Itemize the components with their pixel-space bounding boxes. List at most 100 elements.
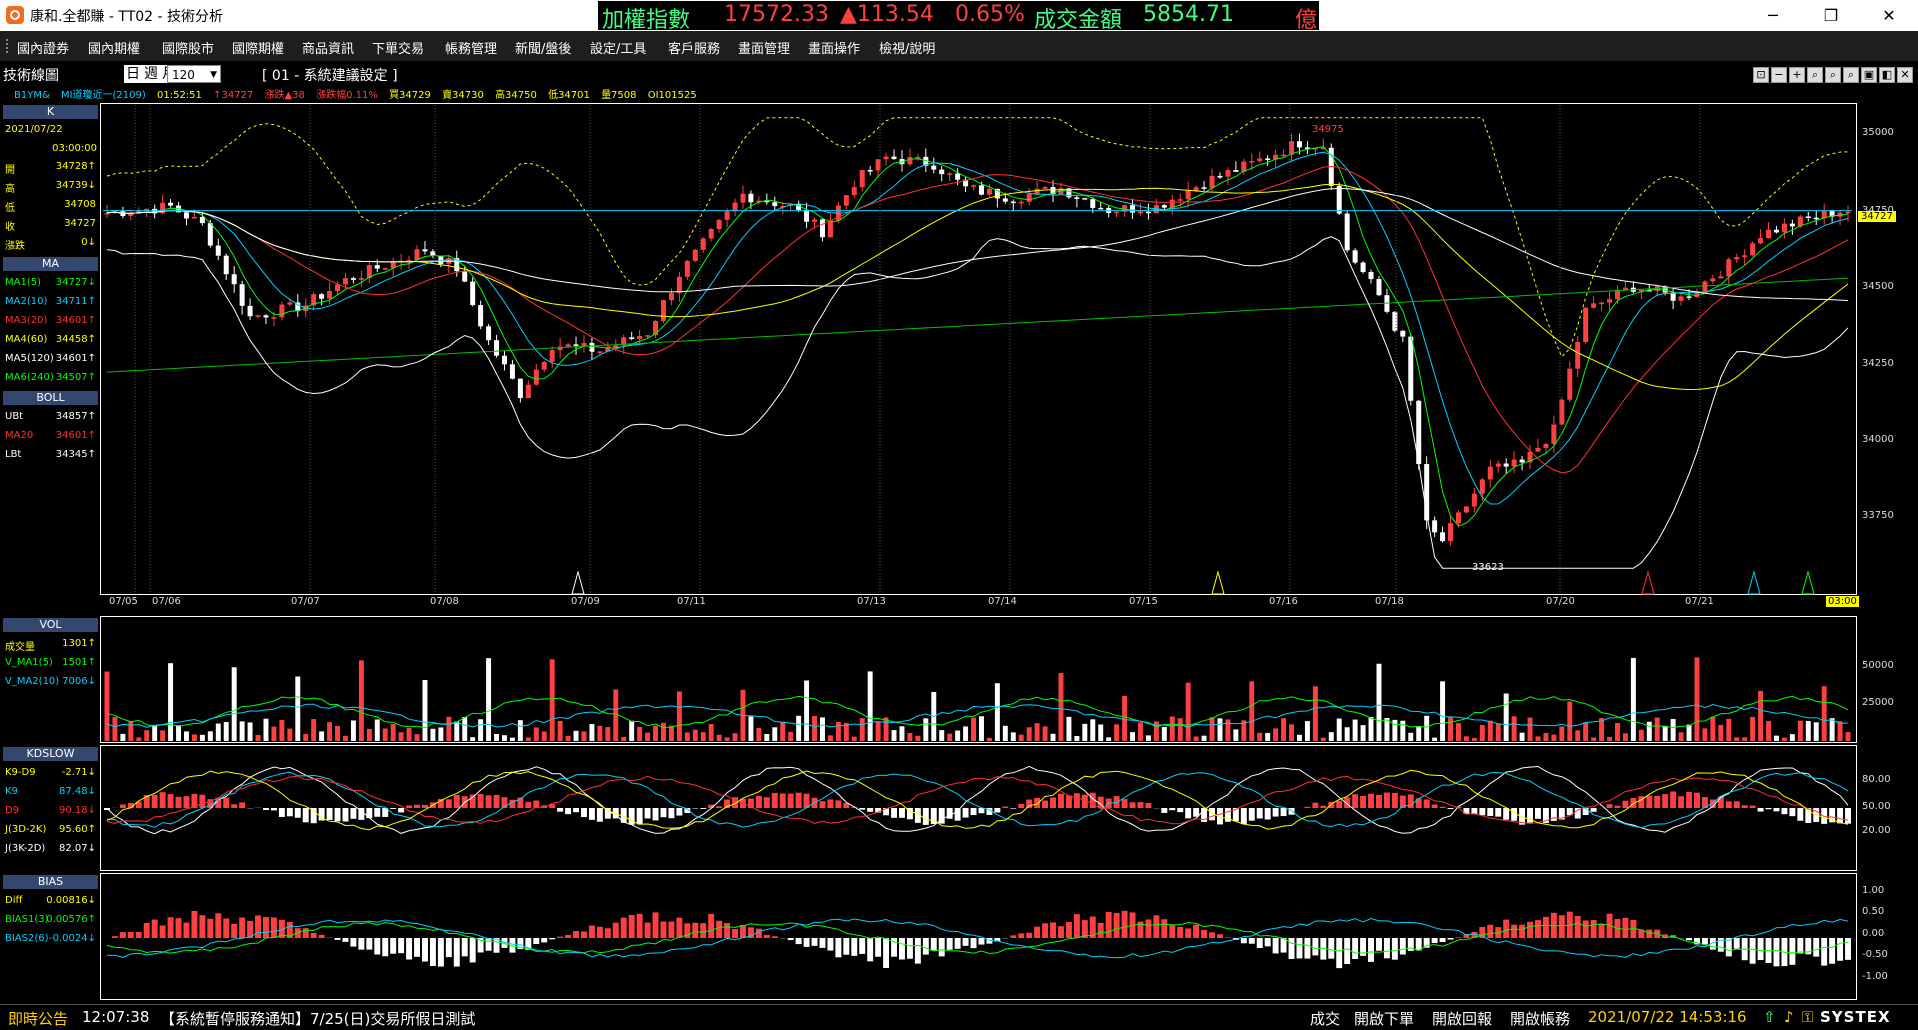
candle bbox=[931, 158, 936, 174]
candle bbox=[653, 320, 658, 338]
candle bbox=[494, 335, 499, 358]
candle bbox=[907, 149, 912, 167]
candle bbox=[1424, 456, 1429, 529]
candle bbox=[1790, 220, 1795, 235]
candle bbox=[1416, 400, 1421, 470]
candle bbox=[1233, 161, 1238, 172]
candle bbox=[629, 332, 634, 340]
candle bbox=[1186, 182, 1191, 208]
candle bbox=[470, 277, 475, 306]
volume-axis-label: 50000 bbox=[1862, 660, 1894, 671]
date-label: 07/07 bbox=[291, 596, 320, 607]
candle bbox=[1702, 280, 1707, 292]
candle bbox=[574, 337, 579, 355]
low-price-label: 33623 bbox=[1472, 562, 1504, 573]
candle bbox=[1313, 148, 1318, 156]
candle bbox=[701, 237, 706, 253]
signal-marker-icon bbox=[1642, 572, 1654, 594]
bell-icon[interactable]: ♪ bbox=[1784, 1008, 1794, 1026]
announcement-label: 即時公告 bbox=[8, 1008, 68, 1029]
candle bbox=[422, 241, 427, 254]
candle bbox=[351, 277, 356, 283]
lock-icon[interactable]: ⚿ bbox=[1802, 1008, 1813, 1026]
candle bbox=[1376, 276, 1381, 296]
candle bbox=[1488, 460, 1493, 487]
candle bbox=[367, 260, 372, 283]
open-report-button[interactable]: 開啟回報 bbox=[1432, 1008, 1492, 1029]
ma60-line bbox=[107, 184, 1848, 389]
candle bbox=[1130, 199, 1135, 219]
open-account-button[interactable]: 開啟帳務 bbox=[1510, 1008, 1570, 1029]
boll-lower-line bbox=[107, 237, 1848, 569]
candle bbox=[104, 205, 109, 218]
date-label: 07/16 bbox=[1269, 596, 1298, 607]
candle bbox=[1353, 248, 1358, 264]
candle bbox=[128, 210, 133, 221]
candle bbox=[383, 267, 388, 270]
candle bbox=[852, 181, 857, 199]
kd-axis-label: 50.00 bbox=[1862, 801, 1891, 812]
brand-logo: SYSTEX bbox=[1820, 1008, 1891, 1026]
candle bbox=[1694, 288, 1699, 298]
candle bbox=[939, 166, 944, 181]
price-axis-label: 34250 bbox=[1862, 358, 1894, 369]
candle bbox=[971, 184, 976, 190]
bias-bars bbox=[112, 911, 1851, 968]
candle bbox=[1074, 195, 1079, 208]
candle bbox=[884, 153, 889, 166]
candle bbox=[963, 177, 968, 193]
candle bbox=[1838, 210, 1843, 225]
date-label: 07/11 bbox=[677, 596, 706, 607]
candle bbox=[804, 203, 809, 228]
candle bbox=[311, 292, 316, 311]
date-label: 07/20 bbox=[1546, 596, 1575, 607]
candle bbox=[1726, 257, 1731, 285]
candle bbox=[1337, 182, 1342, 215]
price-axis-label: 33750 bbox=[1862, 510, 1894, 521]
candle bbox=[1265, 155, 1270, 166]
date-label: 07/18 bbox=[1375, 596, 1404, 607]
k-line bbox=[107, 772, 1848, 828]
status-datetime: 2021/07/22 14:53:16 bbox=[1588, 1008, 1747, 1026]
candle bbox=[1758, 229, 1763, 244]
candle bbox=[820, 219, 825, 242]
candle bbox=[1504, 458, 1509, 473]
candle bbox=[581, 335, 586, 352]
price-axis-label: 34500 bbox=[1862, 281, 1894, 292]
bias-axis-label: -1.00 bbox=[1862, 971, 1888, 982]
candle bbox=[263, 314, 268, 324]
trade-button[interactable]: 成交 bbox=[1310, 1008, 1340, 1029]
chart-canvas: 34975 33623 bbox=[0, 0, 1918, 1004]
candle bbox=[892, 150, 897, 160]
up-arrow-icon: ⇧ bbox=[1763, 1008, 1776, 1026]
candle bbox=[446, 255, 451, 273]
candle bbox=[1392, 311, 1397, 332]
status-bar: 即時公告 12:07:38 【系統暫停服務通知】7/25(日)交易所假日測試 成… bbox=[0, 1004, 1918, 1030]
candle bbox=[677, 272, 682, 302]
candle bbox=[1321, 139, 1326, 150]
candle bbox=[1639, 289, 1644, 300]
open-order-button[interactable]: 開啟下單 bbox=[1354, 1008, 1414, 1029]
date-label: 07/09 bbox=[571, 596, 600, 607]
high-price-label: 34975 bbox=[1312, 124, 1344, 135]
bias-axis-label: 0.00 bbox=[1862, 928, 1884, 939]
candle bbox=[709, 228, 714, 242]
announcement-message[interactable]: 【系統暫停服務通知】7/25(日)交易所假日測試 bbox=[160, 1008, 475, 1029]
candle bbox=[486, 324, 491, 345]
candle bbox=[1440, 527, 1445, 543]
candle bbox=[1082, 198, 1087, 200]
price-axis-label: 35000 bbox=[1862, 127, 1894, 138]
candle bbox=[717, 219, 722, 233]
candle bbox=[1535, 439, 1540, 452]
candle bbox=[860, 170, 865, 192]
ma120-line bbox=[107, 189, 1848, 301]
candle bbox=[240, 281, 245, 315]
candle bbox=[1106, 206, 1111, 218]
candle bbox=[216, 239, 221, 260]
candle bbox=[661, 300, 666, 324]
date-label: 07/05 bbox=[109, 596, 138, 607]
price-axis-label: 34000 bbox=[1862, 434, 1894, 445]
candle bbox=[740, 186, 745, 209]
candle bbox=[1011, 199, 1016, 211]
signal-marker-icon bbox=[1748, 572, 1760, 594]
